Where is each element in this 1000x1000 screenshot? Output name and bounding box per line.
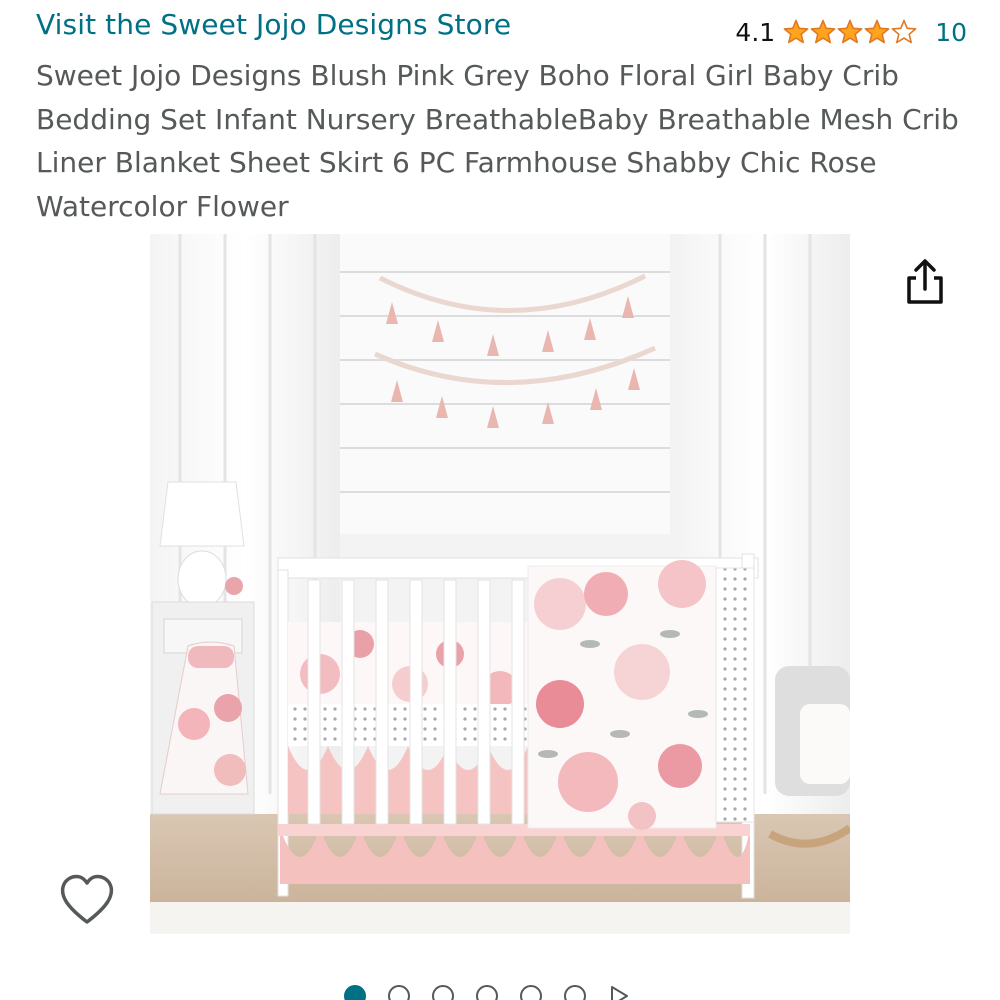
carousel-dot[interactable] — [432, 985, 454, 1000]
share-icon — [907, 259, 943, 304]
product-title: Sweet Jojo Designs Blush Pink Grey Boho … — [36, 59, 959, 223]
store-link[interactable]: Visit the Sweet Jojo Designs Store — [36, 8, 511, 41]
heart-icon — [60, 874, 114, 924]
rating-value: 4.1 — [735, 17, 776, 47]
star-full-icon — [837, 19, 863, 45]
rating-summary[interactable]: 4.1 10 — [735, 14, 967, 50]
star-full-icon — [864, 19, 890, 45]
carousel-dot[interactable] — [520, 985, 542, 1000]
review-count-link[interactable]: 10 — [935, 18, 967, 47]
star-full-icon — [810, 19, 836, 45]
carousel-dot[interactable] — [388, 985, 410, 1000]
product-image[interactable] — [150, 234, 850, 934]
product-detail-page: Visit the Sweet Jojo Designs Store 4.1 1… — [0, 0, 1000, 1000]
wishlist-button[interactable] — [58, 872, 116, 928]
carousel-dot[interactable] — [476, 985, 498, 1000]
crib-nursery-illustration — [150, 234, 850, 934]
carousel-play-icon[interactable] — [608, 985, 630, 1000]
star-rating[interactable] — [783, 19, 917, 45]
star-partial-icon — [891, 19, 917, 45]
star-full-icon — [783, 19, 809, 45]
share-button[interactable] — [900, 256, 950, 308]
image-carousel-dots — [344, 985, 630, 1000]
carousel-dot[interactable] — [564, 985, 586, 1000]
carousel-dot[interactable] — [344, 985, 366, 1000]
